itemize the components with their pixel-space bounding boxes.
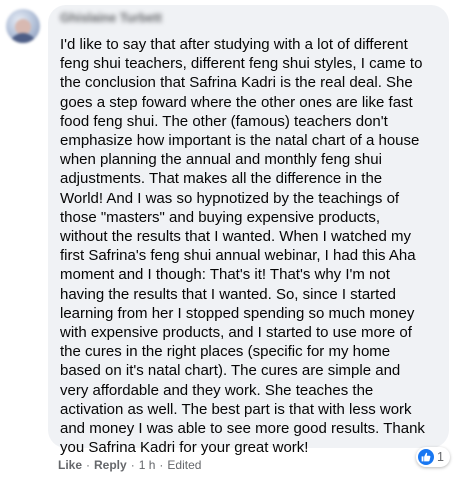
reaction-count: 1 <box>437 450 444 464</box>
comment-line: those "masters" and buying expensive pro… <box>60 208 380 226</box>
reply-button[interactable]: Reply <box>94 458 127 472</box>
separator: · <box>130 458 135 472</box>
comment-line: activation as well. The best part is tha… <box>60 400 412 418</box>
thumbs-up-icon <box>418 449 434 465</box>
comment-line: and money I was able to see more good re… <box>60 420 425 438</box>
comment-text: I'd like to say that after studying with… <box>60 35 444 457</box>
comment-line: I'd like to say that after studying with… <box>60 36 408 53</box>
comment-line: with expensive products, and I started t… <box>60 324 412 342</box>
comment-author-name[interactable]: Ghislaine Turbett <box>60 11 162 25</box>
comment-line: moment and I though: That's it! That's w… <box>60 266 390 284</box>
comment-line: food feng shui. The other (famous) teach… <box>60 112 388 130</box>
separator: · <box>86 458 91 472</box>
comment-line: emphasize how important is the natal cha… <box>60 132 420 150</box>
like-button[interactable]: Like <box>58 458 82 472</box>
comment-timestamp[interactable]: 1 h <box>139 458 156 472</box>
comment-line: World! And I was so hypnotized by the te… <box>60 189 400 207</box>
comment-line: based on it's natal chart). The cures ar… <box>60 362 401 380</box>
comment-line: adjustments. That makes all the differen… <box>60 170 383 188</box>
comment-line: feng shui teachers, different feng shui … <box>60 55 423 73</box>
avatar-shirt <box>9 33 37 43</box>
separator: · <box>159 458 164 472</box>
edited-label[interactable]: Edited <box>167 458 201 472</box>
comment-bubble: Ghislaine Turbett I'd like to say that a… <box>48 5 449 456</box>
comment-line: first Safrina's feng shui annual webinar… <box>60 247 416 265</box>
comment-line: having the results that I wanted. So, si… <box>60 285 397 303</box>
comment-line: learning from her I stopped spending so … <box>60 304 415 322</box>
comment-line: when planning the annual and monthly fen… <box>60 151 382 169</box>
comment-line: the cures in the right places (specific … <box>60 343 391 361</box>
avatar[interactable] <box>6 9 40 43</box>
comment-line: you Safrina Kadri for your great work! <box>60 439 309 457</box>
comment-line: very affordable and they work. She teach… <box>60 381 374 399</box>
comment-line: goes a step foward where the other ones … <box>60 93 413 111</box>
comment-line: without the results that I wanted. When … <box>60 228 412 246</box>
comment-actions: Like · Reply · 1 h · Edited <box>58 458 201 472</box>
reaction-summary[interactable]: 1 <box>416 447 450 467</box>
comment-line: the conclusion that Safrina Kadri is the… <box>60 74 413 92</box>
